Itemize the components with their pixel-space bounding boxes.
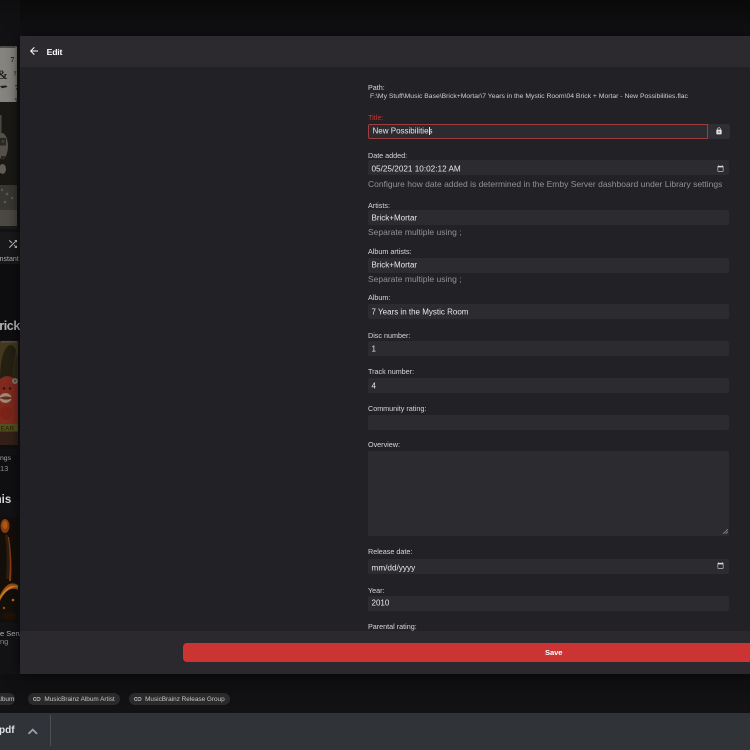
svg-text:7: 7 <box>15 98 18 106</box>
svg-text:7: 7 <box>15 84 17 92</box>
svg-text:7: 7 <box>11 55 15 64</box>
svg-text:EAR: EAR <box>1 426 15 433</box>
svg-text:&: & <box>0 67 8 82</box>
svg-text:7: 7 <box>14 72 17 78</box>
